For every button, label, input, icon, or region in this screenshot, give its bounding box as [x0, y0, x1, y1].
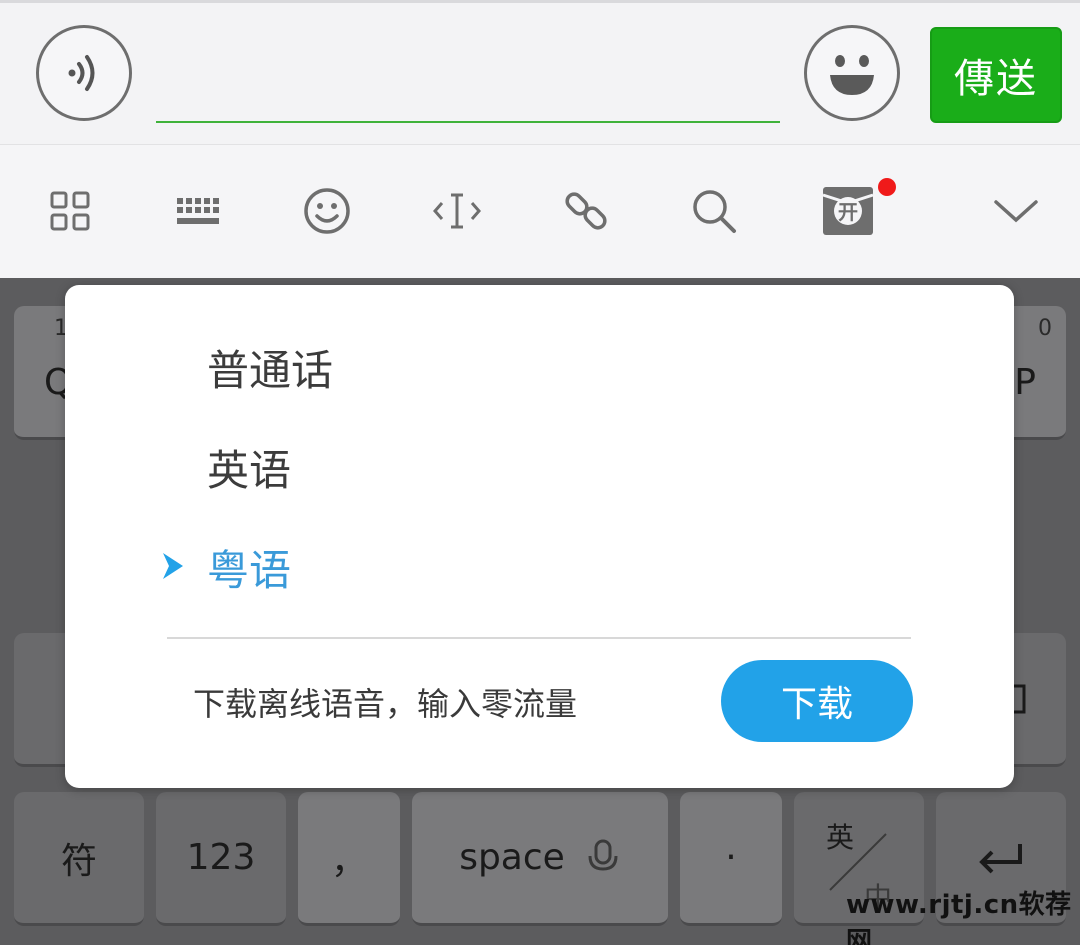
- offline-voice-hint: 下载离线语音，输入零流量: [193, 685, 578, 723]
- period-key[interactable]: ·: [680, 792, 782, 926]
- return-arrow-icon: [979, 843, 1022, 873]
- space-key-label: space: [459, 837, 565, 878]
- watermark: www.rjtj.cn软荐网: [846, 890, 1072, 945]
- selected-chevron-icon: [163, 553, 183, 579]
- message-input[interactable]: [156, 43, 780, 123]
- period-key-label: ·: [725, 837, 737, 878]
- symbols-key-label: 符: [60, 840, 97, 882]
- notification-dot: [878, 178, 896, 196]
- search-icon[interactable]: [686, 183, 742, 239]
- key-p-hint: 0: [1038, 316, 1052, 341]
- chat-input-bar: 傳送: [0, 0, 1080, 145]
- comma-key[interactable]: ，: [298, 792, 400, 926]
- send-button[interactable]: 傳送: [930, 27, 1062, 123]
- cursor-icon[interactable]: [429, 183, 485, 239]
- ime-toolbar: 开: [0, 145, 1080, 278]
- voice-language-popup: 普通话 英语 粤语 下载离线语音，输入零流量 下载: [65, 285, 1014, 788]
- emoji-icon[interactable]: [299, 183, 355, 239]
- chevron-down-icon[interactable]: [988, 183, 1044, 239]
- space-key[interactable]: space: [412, 792, 668, 926]
- smiley-face-icon: [818, 39, 886, 107]
- language-option-cantonese[interactable]: 粤语: [207, 537, 291, 598]
- download-button[interactable]: 下载: [721, 660, 913, 742]
- numbers-key[interactable]: 123: [156, 792, 286, 926]
- link-icon[interactable]: [558, 183, 614, 239]
- voice-input-button[interactable]: [36, 25, 132, 121]
- key-p-label: P: [1014, 362, 1036, 403]
- comma-key-label: ，: [330, 840, 367, 882]
- grid-icon[interactable]: [42, 183, 98, 239]
- numbers-key-label: 123: [186, 837, 256, 878]
- microphone-icon: [588, 839, 618, 871]
- keyboard-icon[interactable]: [170, 183, 226, 239]
- badge-glyph: 开: [838, 200, 858, 224]
- language-option-mandarin[interactable]: 普通话: [207, 337, 333, 398]
- emoji-button[interactable]: [804, 25, 900, 121]
- popup-divider: [167, 637, 911, 639]
- language-option-english[interactable]: 英语: [207, 437, 291, 498]
- voice-wave-icon: [68, 55, 95, 91]
- symbols-key[interactable]: 符: [14, 792, 144, 926]
- open-badge-icon[interactable]: 开: [820, 183, 876, 239]
